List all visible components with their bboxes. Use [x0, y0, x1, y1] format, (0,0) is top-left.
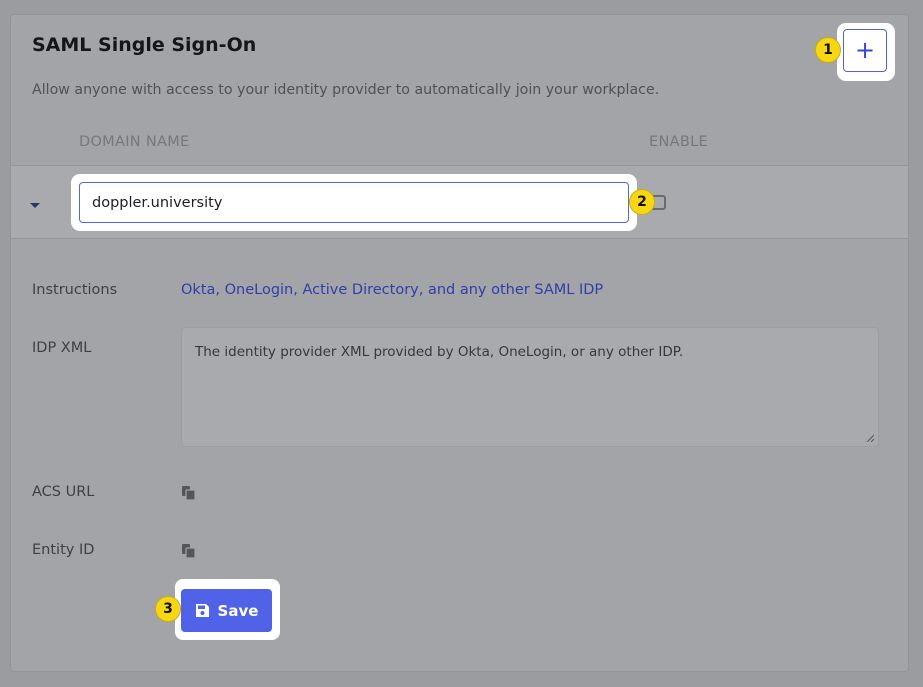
domain-name-input[interactable] [79, 182, 629, 223]
caret-down-icon[interactable] [30, 203, 40, 208]
add-domain-button[interactable]: + [843, 29, 887, 72]
step-badge-1: 1 [816, 38, 840, 62]
floppy-disk-icon [195, 604, 209, 617]
copy-icon[interactable] [181, 485, 197, 501]
save-button-highlight: Save [175, 579, 280, 640]
step-badge-2: 2 [630, 190, 654, 214]
save-button[interactable]: Save [181, 589, 272, 632]
instructions-label: Instructions [32, 282, 118, 298]
entity-id-label: Entity ID [32, 542, 95, 558]
idp-xml-placeholder: The identity provider XML provided by Ok… [195, 344, 684, 360]
idp-xml-label: IDP XML [32, 340, 92, 356]
step-badge-3: 3 [156, 597, 180, 621]
resize-grip-icon[interactable] [866, 434, 874, 442]
column-header-enable: ENABLE [649, 134, 708, 150]
add-button-highlight: + [837, 23, 895, 81]
saml-sso-card: SAML Single Sign-On Allow anyone with ac… [10, 14, 909, 672]
page-subtitle: Allow anyone with access to your identit… [32, 82, 660, 98]
idp-xml-textarea[interactable]: The identity provider XML provided by Ok… [181, 327, 879, 447]
save-button-label: Save [217, 601, 259, 620]
enable-checkbox[interactable] [652, 195, 666, 210]
acs-url-label: ACS URL [32, 484, 95, 500]
page-title: SAML Single Sign-On [32, 34, 257, 56]
copy-icon[interactable] [181, 543, 197, 559]
column-header-domain-name: DOMAIN NAME [79, 134, 190, 150]
instructions-link[interactable]: Okta, OneLogin, Active Directory, and an… [181, 282, 603, 298]
domain-input-highlight [71, 174, 637, 231]
